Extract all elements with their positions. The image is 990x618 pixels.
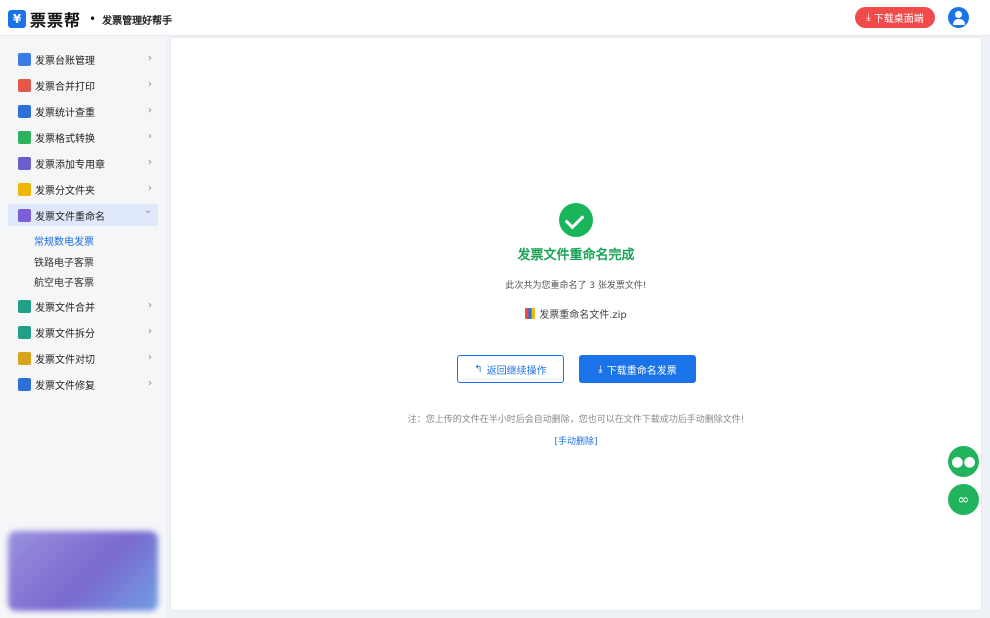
sidebar: 发票台账管理 › 发票合并打印 › 发票统计查重 › 发票格式转换 › 发票添加… <box>0 37 166 618</box>
wechat-icon: ●● <box>951 453 976 470</box>
logo-text: 票票帮 <box>30 11 82 30</box>
download-renamed-label: 下载重命名发票 <box>606 365 677 377</box>
download-desktop-button[interactable]: ⤓ 下载桌面端 <box>855 7 935 28</box>
sidebar-item-label: 发票格式转换 <box>35 133 95 145</box>
wechat-float-button[interactable]: ●● <box>948 446 979 477</box>
sidebar-item-convert[interactable]: 发票格式转换 › <box>8 126 158 148</box>
back-continue-button[interactable]: ↰ 返回继续操作 <box>457 355 564 383</box>
auto-delete-note: 注：您上传的文件在半小时后会自动删除，您也可以在文件下载成功后手动删除文件! <box>407 415 745 425</box>
repair-icon <box>18 377 31 391</box>
stats-icon <box>18 104 31 118</box>
sub-item-regular-invoice[interactable]: 常规数电发票 <box>34 233 94 248</box>
sidebar-item-label: 发票统计查重 <box>35 107 95 119</box>
ledger-icon <box>18 52 31 66</box>
logo-subtitle: 发票管理好帮手 <box>102 15 173 27</box>
download-icon: ⤓ <box>866 12 871 23</box>
printer-icon <box>18 78 31 92</box>
convert-icon <box>18 130 31 144</box>
chevron-right-icon: › <box>148 79 152 90</box>
sidebar-item-label: 发票合并打印 <box>35 81 95 93</box>
link-icon: ∞ <box>957 491 970 508</box>
user-avatar-icon[interactable] <box>948 7 969 28</box>
promo-banner[interactable] <box>8 531 158 611</box>
manual-delete-link[interactable]: [手动删除] <box>171 434 981 447</box>
zip-file-name: 发票重命名文件.zip <box>539 310 627 321</box>
sidebar-item-label: 发票添加专用章 <box>35 159 105 171</box>
sidebar-item-folder[interactable]: 发票分文件夹 › <box>8 178 158 200</box>
download-desktop-label: 下载桌面端 <box>873 14 924 25</box>
top-header: ¥ 票票帮 • 发票管理好帮手 ⤓ 下载桌面端 <box>0 0 990 36</box>
sidebar-item-file-split[interactable]: 发票文件拆分 › <box>8 321 158 343</box>
sidebar-item-label: 发票文件重命名 <box>35 211 105 223</box>
chevron-right-icon: › <box>148 326 152 337</box>
chevron-down-icon: ⌄ <box>143 205 152 216</box>
chevron-right-icon: › <box>148 53 152 64</box>
sidebar-item-rename[interactable]: 发票文件重命名 ⌄ <box>8 204 158 226</box>
sub-item-rail-ticket[interactable]: 铁路电子客票 <box>34 254 94 269</box>
chevron-right-icon: › <box>148 352 152 363</box>
logo-dot: • <box>89 12 97 26</box>
cut-icon <box>18 351 31 365</box>
stamp-icon <box>18 156 31 170</box>
sidebar-item-file-repair[interactable]: 发票文件修复 › <box>8 373 158 395</box>
back-continue-label: 返回继续操作 <box>486 365 547 377</box>
folder-icon <box>18 182 31 196</box>
sidebar-item-label: 发票文件对切 <box>35 354 95 366</box>
sidebar-item-file-cut[interactable]: 发票文件对切 › <box>8 347 158 369</box>
zip-file-icon <box>525 308 536 319</box>
chevron-right-icon: › <box>148 157 152 168</box>
download-renamed-button[interactable]: ⤓ 下载重命名发票 <box>579 355 696 383</box>
sidebar-item-file-merge[interactable]: 发票文件合并 › <box>8 295 158 317</box>
sidebar-item-label: 发票文件修复 <box>35 380 95 392</box>
zip-file-link[interactable]: 发票重命名文件.zip <box>171 306 981 321</box>
chevron-right-icon: › <box>148 300 152 311</box>
rename-icon <box>18 208 31 222</box>
chevron-right-icon: › <box>148 378 152 389</box>
sidebar-item-label: 发票分文件夹 <box>35 185 95 197</box>
result-title: 发票文件重命名完成 <box>517 248 635 263</box>
chevron-right-icon: › <box>148 105 152 116</box>
main-panel: 发票文件重命名完成 此次共为您重命名了 3 张发票文件! 发票重命名文件.zip… <box>170 37 982 611</box>
sidebar-item-label: 发票文件拆分 <box>35 328 95 340</box>
sub-item-air-ticket[interactable]: 航空电子客票 <box>34 274 94 289</box>
sidebar-item-stamp[interactable]: 发票添加专用章 › <box>8 152 158 174</box>
sidebar-item-label: 发票台账管理 <box>35 55 95 67</box>
sidebar-item-merge-print[interactable]: 发票合并打印 › <box>8 74 158 96</box>
sidebar-item-stats[interactable]: 发票统计查重 › <box>8 100 158 122</box>
result-summary: 此次共为您重命名了 3 张发票文件! <box>505 281 647 291</box>
download-icon: ⤓ <box>598 363 603 375</box>
chevron-right-icon: › <box>148 183 152 194</box>
sidebar-item-ledger[interactable]: 发票台账管理 › <box>8 48 158 70</box>
chevron-right-icon: › <box>148 131 152 142</box>
split-icon <box>18 325 31 339</box>
merge-icon <box>18 299 31 313</box>
link-float-button[interactable]: ∞ <box>948 484 979 515</box>
logo-mark-icon: ¥ <box>8 10 26 28</box>
success-check-icon <box>559 203 593 237</box>
logo[interactable]: ¥ 票票帮 • 发票管理好帮手 <box>8 7 172 31</box>
sidebar-item-label: 发票文件合并 <box>35 302 95 314</box>
return-arrow-icon: ↰ <box>474 363 483 375</box>
